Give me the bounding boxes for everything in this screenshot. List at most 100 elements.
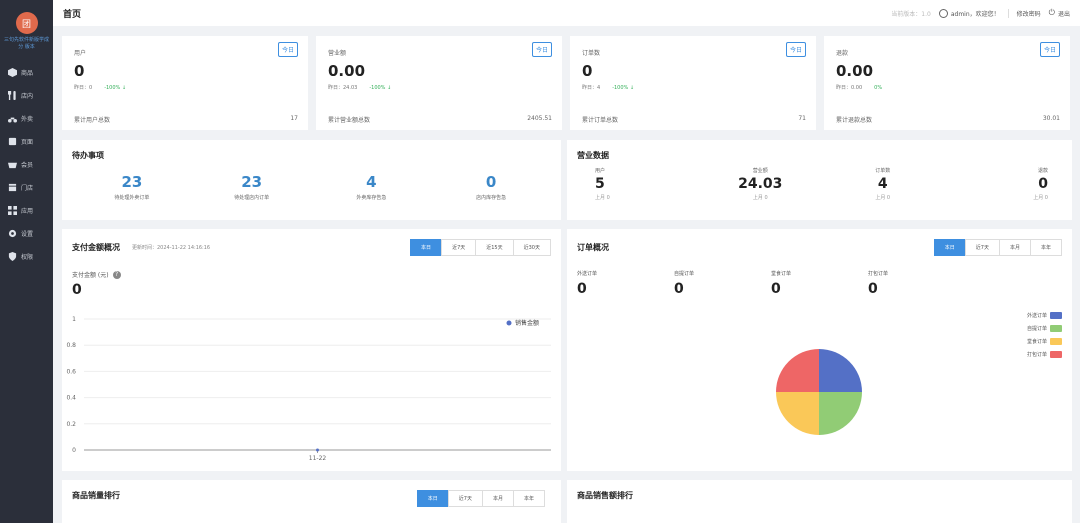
sidebar-item-label: 权限: [21, 254, 34, 261]
stat-total-value: 71: [798, 115, 806, 122]
payment-card: 支付金额概况 更新时间：2024-11-22 14:16:16 本日 近7天 近15…: [62, 229, 561, 471]
stat-comparison: 昨日：0 -100% ↓: [74, 84, 296, 91]
sidebar-item-1[interactable]: 店内: [0, 84, 53, 107]
sales-rank-card: 商品销量排行 本日 近7天 本月 本年: [62, 480, 561, 523]
store-icon: [8, 183, 17, 192]
basket-icon: [8, 160, 17, 169]
business-value: 0: [1038, 176, 1048, 192]
todo-item[interactable]: 23 待处理店内订单: [192, 173, 312, 201]
today-badge[interactable]: 今日: [1039, 42, 1060, 57]
logout-link[interactable]: 退出: [1058, 9, 1070, 18]
sidebar-item-label: 门店: [21, 185, 34, 192]
todo-item[interactable]: 0 店内库存告急: [431, 173, 551, 201]
sidebar-item-7[interactable]: 设置: [0, 222, 53, 245]
utensils-icon: [8, 91, 17, 100]
stat-label: 退款: [836, 50, 849, 57]
data-point[interactable]: [316, 448, 319, 452]
shield-icon: [8, 252, 17, 261]
stat-yesterday: 昨日：4: [582, 85, 601, 91]
business-prev-month: 上月 0: [875, 195, 891, 201]
stat-total-label: 累计用户总数: [74, 117, 111, 124]
legend-marker: [506, 320, 512, 326]
page-title: 首页: [63, 9, 82, 20]
stat-change: 0%: [874, 85, 883, 91]
sidebar-item-0[interactable]: 商品: [0, 61, 53, 84]
todo-count: 0: [485, 173, 497, 191]
tab-2[interactable]: 本月: [481, 490, 514, 507]
sidebar-item-label: 商品: [21, 70, 34, 77]
payment-line-chart: 0 0.2 0.4 0.6 0.8 1 11-22 销售金额: [66, 316, 551, 462]
y-tick-label: 0.8: [66, 342, 76, 349]
stat-card: 用户 今日 0 昨日：0 -100% ↓ 累计用户总数 17: [62, 36, 308, 130]
y-tick-label: 0.4: [66, 395, 76, 402]
pie-slice[interactable]: [776, 392, 819, 435]
business-label: 营业额: [752, 168, 768, 174]
stat-value: 0.00: [328, 62, 366, 80]
stat-card: 退款 今日 0.00 昨日：0.00 0% 累计退款总数 30.01: [824, 36, 1070, 130]
todo-item[interactable]: 23 待处理外卖订单: [72, 173, 192, 201]
tab-3[interactable]: 本年: [512, 490, 545, 507]
sidebar-item-label: 应用: [21, 208, 34, 215]
pie-slice[interactable]: [819, 349, 862, 392]
tab-0[interactable]: 本日: [416, 490, 449, 507]
today-badge[interactable]: 今日: [785, 42, 806, 57]
business-item: 营业额 24.03 上月 0: [699, 167, 821, 201]
topbar: 首页 当前版本：1.0 admin，欢迎您！ 修改密码 ⏻ 退出: [53, 0, 1080, 26]
sidebar-item-label: 外卖: [21, 116, 34, 123]
sidebar-item-label: 会员: [21, 162, 34, 169]
business-label: 用户: [595, 168, 606, 174]
business-label: 订单数: [875, 168, 891, 174]
sidebar-nav: 商品店内外卖页面会员门店应用设置权限: [0, 61, 53, 268]
sales-rank-tabs: 本日 近7天 本月 本年: [416, 490, 545, 507]
sidebar-item-3[interactable]: 页面: [0, 130, 53, 153]
sidebar-item-6[interactable]: 应用: [0, 199, 53, 222]
sidebar-item-5[interactable]: 门店: [0, 176, 53, 199]
stat-total-label: 累计退款总数: [836, 117, 873, 124]
sidebar-item-label: 设置: [21, 231, 34, 238]
pie-slice[interactable]: [776, 349, 819, 392]
business-prev-month: 上月 0: [595, 195, 610, 201]
stat-total-value: 30.01: [1042, 115, 1060, 122]
sidebar-item-8[interactable]: 权限: [0, 245, 53, 268]
todo-item[interactable]: 4 外卖库存告急: [312, 173, 432, 201]
gear-icon: [8, 229, 17, 238]
order-card: 订单概况 本日 近7天 本月 本年 外送订单 0 自提订单 0 堂食订单 0 打包订单 0 外送订单…: [567, 229, 1072, 471]
stat-yesterday: 昨日：0: [74, 85, 93, 91]
y-tick-label: 0.6: [66, 368, 76, 375]
stat-change: -100% ↓: [104, 85, 127, 91]
business-value: 5: [595, 176, 605, 192]
stat-change: -100% ↓: [612, 85, 635, 91]
stat-yesterday: 昨日：24.03: [328, 85, 358, 91]
y-tick-label: 1: [72, 316, 76, 323]
power-icon[interactable]: ⏻: [1049, 8, 1055, 18]
sidebar-item-label: 页面: [21, 139, 34, 146]
cube-icon: [8, 68, 17, 77]
stat-comparison: 昨日：4 -100% ↓: [582, 84, 804, 91]
business-card: 营业数据 用户 5 上月 0 营业额 24.03 上月 0 订单数 4 上月 0 退款 0 上月 0: [567, 140, 1072, 220]
stat-value: 0: [582, 62, 593, 80]
stat-total-row: 累计营业额总数 2405.51: [328, 115, 552, 124]
shop-name: 三句先软件新版学成分 版本: [3, 37, 49, 50]
change-password-link[interactable]: 修改密码: [1017, 9, 1041, 18]
today-badge[interactable]: 今日: [277, 42, 298, 57]
scooter-icon: [8, 114, 17, 123]
user-icon: [938, 8, 948, 18]
stat-label: 营业额: [328, 50, 347, 57]
order-pie-chart: [776, 349, 862, 435]
y-tick-label: 0: [72, 447, 76, 454]
tab-1[interactable]: 近7天: [447, 490, 483, 507]
business-prev-month: 上月 0: [1033, 195, 1048, 201]
sidebar-item-2[interactable]: 外卖: [0, 107, 53, 130]
todo-title: 待办事项: [72, 151, 104, 160]
business-label: 退款: [1037, 168, 1048, 174]
pie-slice[interactable]: [819, 392, 862, 435]
stat-comparison: 昨日：24.03 -100% ↓: [328, 84, 550, 91]
stat-total-value: 2405.51: [527, 115, 552, 122]
page-icon: [8, 137, 17, 146]
user-greeting[interactable]: admin，欢迎您！: [951, 9, 1000, 18]
business-list: 用户 5 上月 0 营业额 24.03 上月 0 订单数 4 上月 0 退款 0 上月 0: [577, 167, 1062, 201]
today-badge[interactable]: 今日: [531, 42, 552, 57]
business-item: 退款 0 上月 0: [944, 167, 1062, 201]
sidebar-item-4[interactable]: 会员: [0, 153, 53, 176]
stat-comparison: 昨日：0.00 0%: [836, 84, 1058, 91]
